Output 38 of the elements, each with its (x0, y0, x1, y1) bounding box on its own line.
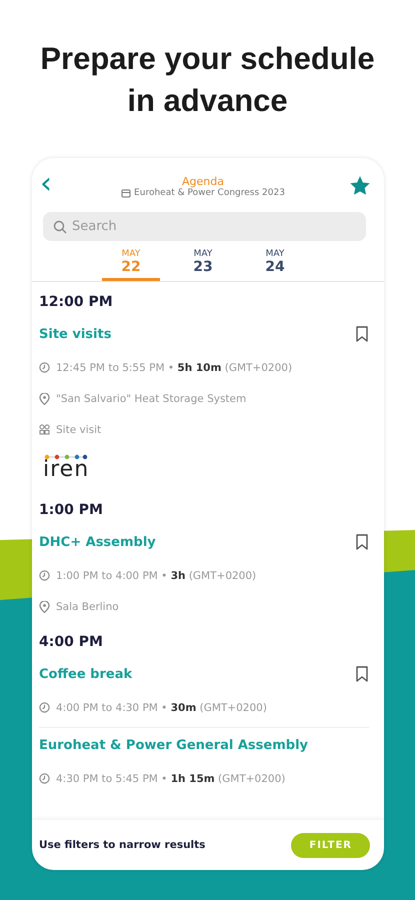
time-heading: 4:00 PM (39, 633, 104, 652)
session-title[interactable]: DHC+ Assembly (39, 534, 156, 550)
sponsor-logo: iren (39, 446, 90, 490)
location-pin-icon (39, 600, 50, 612)
screen-title: Agenda (182, 174, 224, 188)
date-tab[interactable]: MAY 22 (102, 247, 160, 281)
search-field[interactable]: Search (43, 212, 366, 241)
filter-button[interactable]: FILTER (291, 832, 370, 858)
time-heading: 1:00 PM (39, 501, 104, 520)
date-tab[interactable]: MAY 24 (246, 247, 304, 281)
session-detail: "San Salvario" Heat Storage System (56, 392, 246, 404)
headline: Prepare your schedule in advance (39, 40, 376, 120)
event-name: Euroheat & Power Congress 2023 (134, 188, 285, 198)
session-detail: Sala Berlino (56, 600, 119, 612)
star-icon[interactable] (350, 176, 370, 196)
date-tab[interactable]: MAY 23 (174, 247, 232, 281)
session-detail: 4:00 PM to 4:30 PM • 30m (GMT+0200) (56, 702, 267, 714)
session-detail: Site visit (56, 424, 102, 436)
bookmark-icon[interactable] (355, 326, 369, 342)
bookmark-icon[interactable] (355, 534, 369, 550)
calendar-icon (121, 188, 132, 198)
search-icon (53, 220, 67, 234)
session-detail: 12:45 PM to 5:55 PM • 5h 10m (GMT+0200) (56, 362, 292, 374)
time-heading: 12:00 PM (39, 293, 114, 312)
session-title[interactable]: Euroheat & Power General Assembly (39, 738, 308, 753)
clock-icon (39, 773, 50, 784)
location-pin-icon (39, 392, 50, 404)
clock-icon (39, 362, 50, 373)
session-title[interactable]: Coffee break (39, 666, 132, 682)
session-detail: 4:30 PM to 5:45 PM • 1h 15m (GMT+0200) (56, 772, 286, 784)
session-detail: 1:00 PM to 4:00 PM • 3h (GMT+0200) (56, 570, 256, 582)
bookmark-icon[interactable] (355, 666, 369, 682)
session-title[interactable]: Site visits (39, 326, 112, 342)
grid-icon (39, 424, 50, 435)
clock-icon (39, 570, 50, 581)
filter-hint: Use filters to narrow results (39, 839, 206, 851)
clock-icon (39, 702, 50, 713)
back-button[interactable]: ‹ (36, 169, 56, 203)
